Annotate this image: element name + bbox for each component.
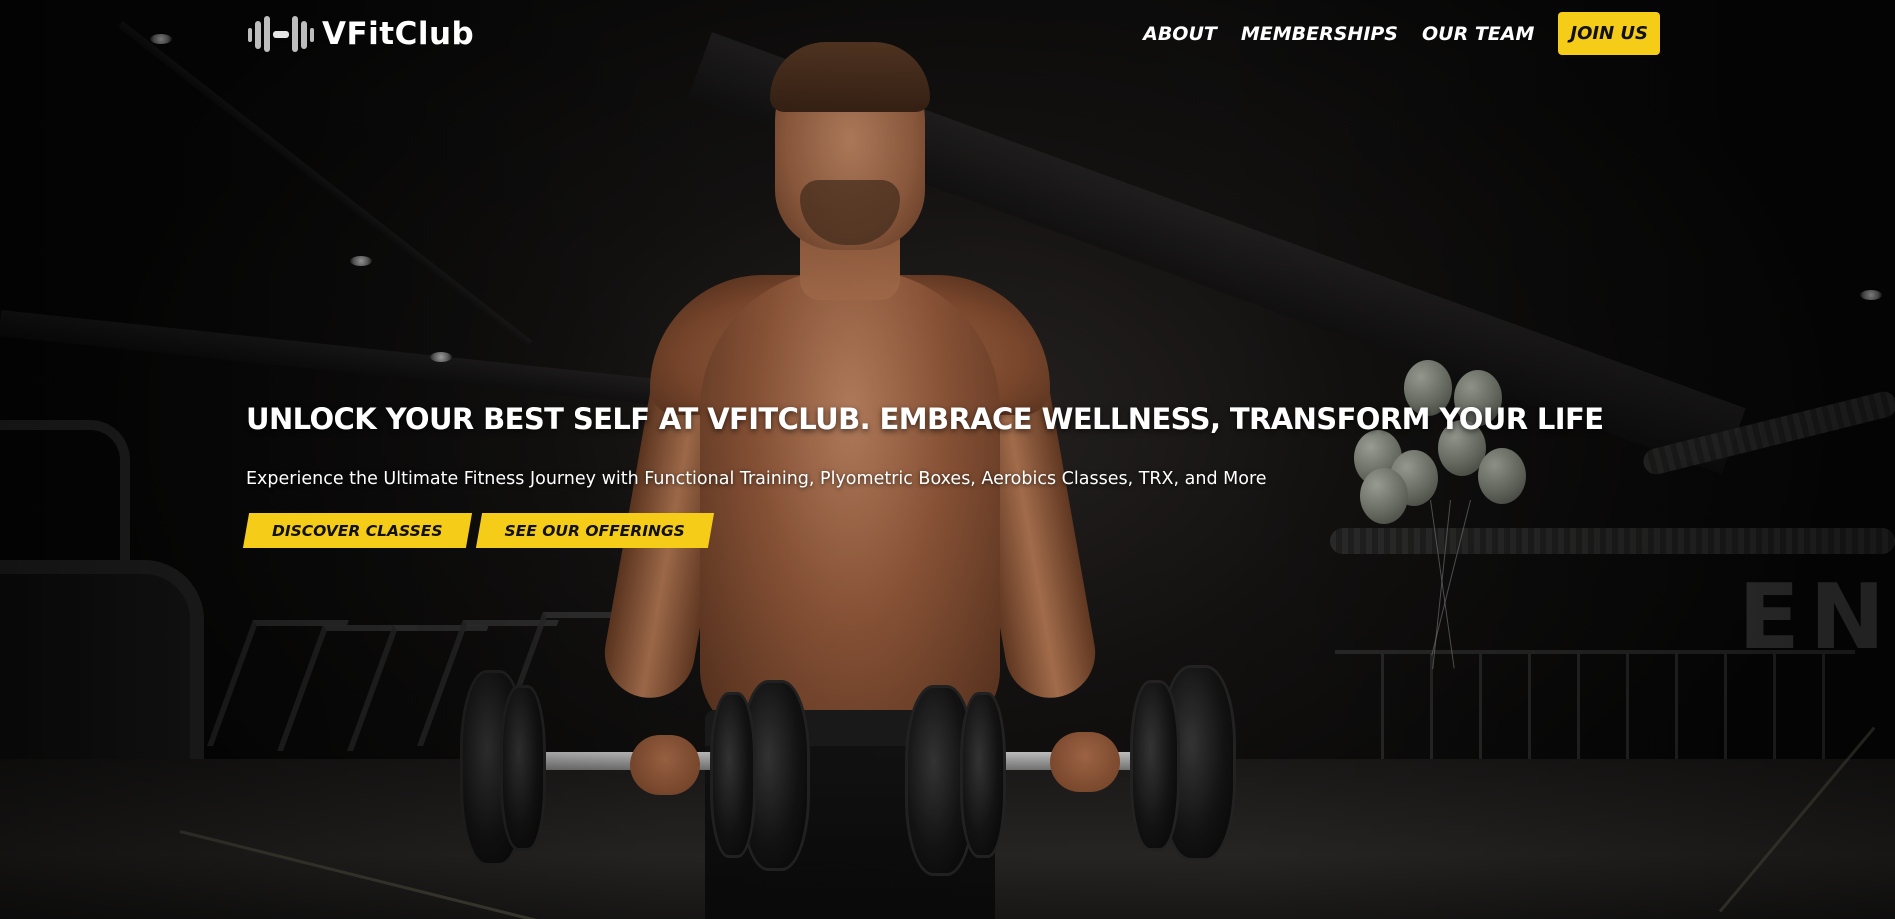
- hero-subtitle: Experience the Ultimate Fitness Journey …: [246, 469, 1267, 489]
- dumbbell-icon: [248, 16, 314, 52]
- top-navbar: VFitClub ABOUT MEMBERSHIPS OUR TEAM JOIN…: [0, 0, 1895, 68]
- hero-cta-group: DISCOVER CLASSES SEE OUR OFFERINGS: [246, 513, 711, 548]
- hero-title: UNLOCK YOUR BEST SELF AT VFITCLUB. EMBRA…: [246, 402, 1604, 436]
- landing-page: EN: [0, 0, 1895, 919]
- nav-link-our-team[interactable]: OUR TEAM: [1422, 23, 1534, 45]
- see-our-offerings-button[interactable]: SEE OUR OFFERINGS: [479, 513, 711, 548]
- discover-classes-label: DISCOVER CLASSES: [272, 521, 443, 540]
- nav-links: ABOUT MEMBERSHIPS OUR TEAM JOIN US: [1143, 12, 1660, 55]
- nav-link-memberships[interactable]: MEMBERSHIPS: [1241, 23, 1398, 45]
- brand-logo[interactable]: VFitClub: [248, 14, 474, 54]
- background-overlay: [0, 0, 1895, 919]
- join-us-button[interactable]: JOIN US: [1558, 12, 1660, 55]
- discover-classes-button[interactable]: DISCOVER CLASSES: [246, 513, 469, 548]
- see-our-offerings-label: SEE OUR OFFERINGS: [504, 521, 685, 540]
- brand-name: VFitClub: [322, 16, 475, 52]
- nav-link-about[interactable]: ABOUT: [1143, 23, 1217, 45]
